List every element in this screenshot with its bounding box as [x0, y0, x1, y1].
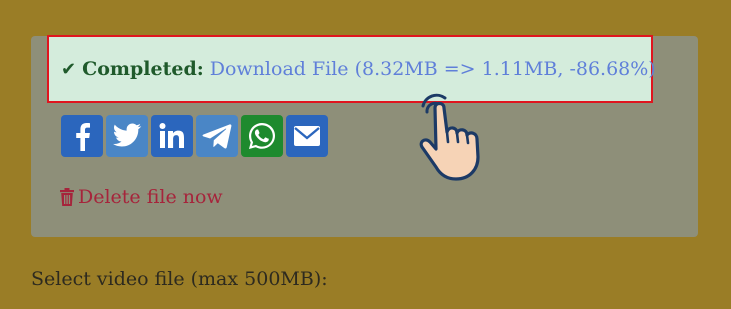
- share-buttons: [61, 115, 328, 157]
- completed-label: Completed:: [82, 58, 204, 80]
- select-video-label: Select video file (max 500MB):: [31, 268, 328, 290]
- email-share-button[interactable]: [286, 115, 328, 157]
- telegram-icon: [202, 124, 232, 149]
- facebook-share-button[interactable]: [61, 115, 103, 157]
- twitter-icon: [112, 123, 142, 147]
- checkmark-icon: ✔: [61, 58, 77, 80]
- linkedin-share-button[interactable]: [151, 115, 193, 157]
- delete-file-link[interactable]: Delete file now: [60, 186, 223, 208]
- delete-file-label: Delete file now: [78, 186, 223, 208]
- trash-icon: [60, 188, 74, 206]
- linkedin-icon: [159, 123, 184, 148]
- completed-alert: ✔ Completed: Download File (8.32MB => 1.…: [47, 35, 656, 103]
- whatsapp-share-button[interactable]: [241, 115, 283, 157]
- telegram-share-button[interactable]: [196, 115, 238, 157]
- download-file-link[interactable]: Download File (8.32MB => 1.11MB, -86.68%…: [210, 58, 656, 80]
- pointing-hand-icon: [415, 88, 515, 188]
- facebook-icon: [76, 123, 90, 151]
- twitter-share-button[interactable]: [106, 115, 148, 157]
- mail-icon: [294, 126, 320, 146]
- whatsapp-icon: [249, 123, 275, 149]
